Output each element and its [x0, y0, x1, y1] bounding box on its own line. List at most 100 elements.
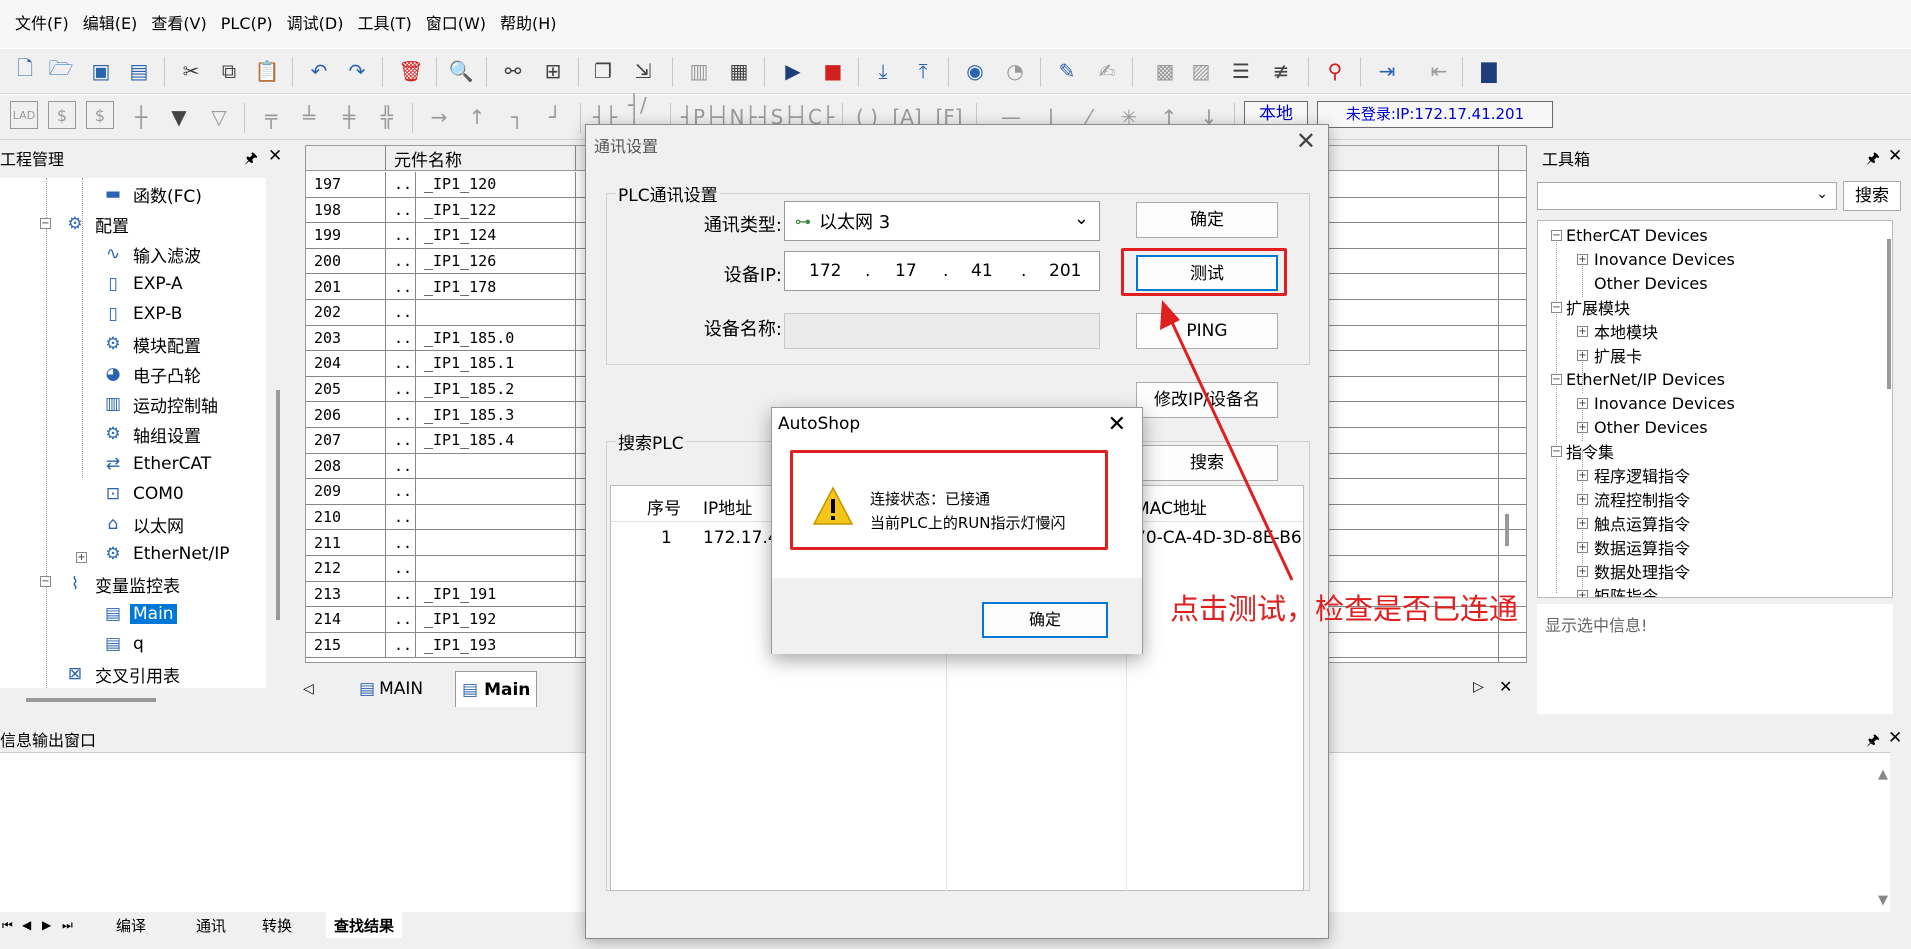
expander-ethernet-ip-devices[interactable]: −: [1551, 374, 1562, 385]
toolbox-pin-icon[interactable]: 🖈: [1866, 148, 1888, 173]
arrow-down-icon[interactable]: ▼: [164, 101, 194, 133]
ip-octet-3[interactable]: 41: [971, 261, 993, 281]
alert-close-icon[interactable]: ✕: [1108, 412, 1126, 437]
toolbox-data-ops[interactable]: 数据运算指令: [1594, 535, 1690, 559]
toolbox-matrix[interactable]: 矩阵指令: [1594, 583, 1658, 597]
logout-icon[interactable]: ⇤: [1424, 55, 1454, 87]
expander-ethernet-ip[interactable]: +: [76, 552, 87, 563]
toolbox-data-processing[interactable]: 数据处理指令: [1594, 559, 1690, 583]
run-icon[interactable]: ▶: [778, 55, 808, 87]
expander-other-devices-2[interactable]: +: [1577, 422, 1588, 433]
hline-up-icon[interactable]: ┘: [540, 101, 570, 133]
scroll-down-icon[interactable]: ▼: [1878, 893, 1888, 908]
tab-main-upper[interactable]: ▤ MAIN: [359, 671, 423, 707]
output-close-icon[interactable]: ✕: [1888, 728, 1910, 748]
expander-inovance-devices-1[interactable]: +: [1577, 254, 1588, 265]
arrow-down-outline-icon[interactable]: ▽: [204, 101, 234, 133]
toolbox-scrollbar[interactable]: [1887, 239, 1891, 389]
panel-close-icon[interactable]: ✕: [268, 146, 290, 166]
tree-function-fc[interactable]: ▬ 函数(FC): [100, 182, 205, 207]
tab-convert[interactable]: 转换: [262, 912, 292, 938]
expander-flow-control[interactable]: +: [1577, 494, 1588, 505]
toolbox-inovance-devices-2[interactable]: Inovance Devices: [1594, 391, 1735, 415]
ok-button[interactable]: 确定: [1136, 202, 1278, 238]
block-icon[interactable]: ▩: [1150, 55, 1180, 87]
expander-matrix[interactable]: +: [1577, 590, 1588, 597]
ip-octet-2[interactable]: 17: [895, 261, 917, 281]
delete-icon[interactable]: 🗑: [396, 55, 426, 87]
compile-all-icon[interactable]: ▦: [724, 55, 754, 87]
search-button[interactable]: 搜索: [1136, 445, 1278, 481]
toolbox-search-button[interactable]: 搜索: [1843, 181, 1901, 211]
toolbox-ethercat-devices[interactable]: EtherCAT Devices: [1566, 223, 1708, 247]
column-mac[interactable]: MAC地址: [1135, 494, 1207, 519]
undo-icon[interactable]: ↶: [304, 55, 334, 87]
toolbox-expansion-card[interactable]: 扩展卡: [1594, 343, 1642, 367]
tree-module-config[interactable]: ⚙ 模块配置: [100, 332, 204, 357]
test-tool-icon[interactable]: ⚲: [1320, 55, 1350, 87]
tree-ethernet[interactable]: ⌂ 以太网: [100, 512, 187, 537]
tree-exp-a[interactable]: ▯ EXP-A: [100, 272, 186, 296]
device-ip-input[interactable]: 172 . 17 . 41 . 201: [784, 251, 1100, 291]
panel-pin-icon[interactable]: 🖈: [244, 148, 266, 173]
cut-icon[interactable]: ✂: [176, 55, 206, 87]
menu-file[interactable]: 文件(F): [8, 0, 76, 48]
tree-electronic-cam[interactable]: ◕ 电子凸轮: [100, 362, 204, 387]
toolbox-local-modules[interactable]: 本地模块: [1594, 319, 1658, 343]
open-folder-icon[interactable]: 🗁: [46, 55, 76, 87]
menu-view[interactable]: 查看(V): [144, 0, 213, 48]
new-file-icon[interactable]: 🗋: [10, 55, 40, 87]
expander-config[interactable]: −: [40, 218, 51, 229]
paste-icon[interactable]: 📋: [252, 55, 282, 87]
delete-row-icon[interactable]: ≢: [1266, 55, 1296, 87]
tab-scroll-right-icon[interactable]: ▷: [1473, 679, 1484, 695]
toolbox-flow-control[interactable]: 流程控制指令: [1594, 487, 1690, 511]
toolbox-close-icon[interactable]: ✕: [1888, 146, 1910, 166]
ip-octet-1[interactable]: 172: [809, 261, 841, 281]
search-icon[interactable]: 🔍: [446, 55, 476, 87]
tree-input-filter[interactable]: ∿ 输入滤波: [100, 242, 204, 267]
lad-icon[interactable]: LAD: [10, 101, 38, 129]
last-page-icon[interactable]: ⏭: [62, 912, 73, 938]
hline-down-icon[interactable]: ┐: [502, 101, 532, 133]
prev-page-icon[interactable]: ◀: [22, 912, 31, 938]
tree-exp-b[interactable]: ▯ EXP-B: [100, 302, 185, 326]
upload-icon[interactable]: ⤒: [908, 55, 938, 87]
expander-contact-ops[interactable]: +: [1577, 518, 1588, 529]
column-ip[interactable]: IP地址: [703, 494, 752, 519]
project-tree-hscroll[interactable]: [26, 698, 156, 702]
tree-motion-axis[interactable]: ▥ 运动控制轴: [100, 392, 221, 417]
network-view-icon[interactable]: ⚯: [498, 55, 528, 87]
device-name-input[interactable]: [784, 313, 1100, 349]
branch4-icon[interactable]: ╬: [372, 101, 402, 133]
variable-table-scrollbar[interactable]: [1505, 514, 1509, 546]
menu-window[interactable]: 窗口(W): [419, 0, 493, 48]
menu-edit[interactable]: 编辑(E): [76, 0, 145, 48]
branch-icon[interactable]: ╤: [256, 101, 286, 133]
menu-debug[interactable]: 调试(D): [280, 0, 351, 48]
monitor-icon[interactable]: ◉: [960, 55, 990, 87]
branch3-icon[interactable]: ╪: [334, 101, 364, 133]
comm-dialog-close-icon[interactable]: ✕: [1296, 127, 1316, 155]
column-index[interactable]: 序号: [647, 494, 681, 519]
menu-plc[interactable]: PLC(P): [214, 0, 280, 48]
toolbox-contact-ops[interactable]: 触点运算指令: [1594, 511, 1690, 535]
insert-row-icon[interactable]: ☰: [1226, 55, 1256, 87]
window-cascade-icon[interactable]: ❐: [588, 55, 618, 87]
ip-octet-4[interactable]: 201: [1049, 261, 1081, 281]
block2-icon[interactable]: ▨: [1186, 55, 1216, 87]
tree-config[interactable]: ⚙ 配置: [62, 212, 132, 237]
help-book-icon[interactable]: ▇: [1474, 55, 1504, 87]
login-icon[interactable]: ⇥: [1372, 55, 1402, 87]
expander-expansion-modules[interactable]: −: [1551, 302, 1562, 313]
alert-ok-button[interactable]: 确定: [982, 602, 1108, 638]
comm-type-select[interactable]: ⊶ 以太网 3 ⌄: [784, 201, 1100, 241]
st-icon[interactable]: $: [86, 101, 114, 129]
save-icon[interactable]: ▣: [86, 55, 116, 87]
write-icon[interactable]: ✍: [1092, 55, 1122, 87]
expander-monitor[interactable]: −: [40, 576, 51, 587]
tree-ethercat[interactable]: ⇄ EtherCAT: [100, 452, 214, 476]
toolbox-ethernet-ip-devices[interactable]: EtherNet/IP Devices: [1566, 367, 1725, 391]
next-page-icon[interactable]: ▶: [42, 912, 51, 938]
download-icon[interactable]: ⤓: [868, 55, 898, 87]
